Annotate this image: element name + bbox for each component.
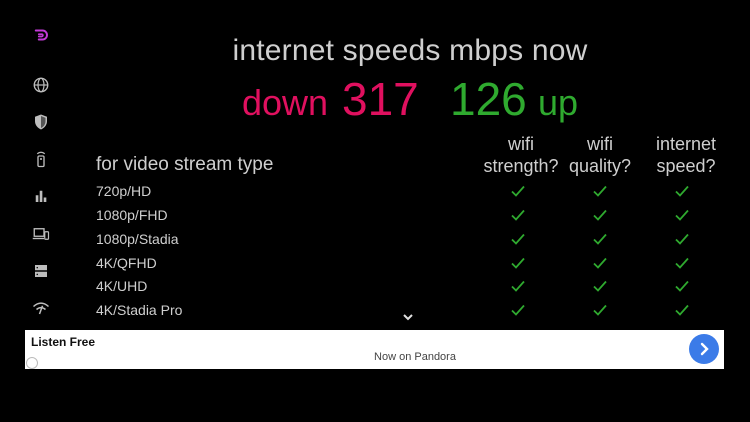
up-label: up	[538, 82, 579, 123]
page-title: internet speeds mbps now	[232, 34, 588, 67]
wifi-quality-check-icon	[590, 229, 610, 249]
globe-icon[interactable]	[30, 74, 52, 96]
column-header-line: wifi	[508, 134, 534, 154]
wifi-strength-check-icon	[508, 205, 528, 225]
column-header-line: internet	[655, 134, 717, 154]
row-label: 1080p/Stadia	[96, 231, 179, 247]
down-value: 317	[342, 73, 419, 125]
column-header-wifi-quality: wifi quality?	[566, 133, 634, 177]
column-header-line: speed?	[656, 156, 716, 176]
wifi-strength-check-icon	[508, 181, 528, 201]
row-label: 4K/QFHD	[96, 255, 157, 271]
row-label: 4K/UHD	[96, 278, 148, 294]
wifi-strength-check-icon	[508, 300, 528, 320]
internet-speed-check-icon	[672, 181, 692, 201]
wifi-quality-check-icon	[590, 181, 610, 201]
table-row[interactable]: 1080p/Stadia	[0, 227, 750, 251]
column-header-wifi-strength: wifi strength?	[478, 133, 564, 177]
table-row[interactable]: 4K/Stadia Pro	[0, 298, 750, 322]
row-label: 4K/Stadia Pro	[96, 302, 183, 318]
internet-speed-check-icon	[672, 276, 692, 296]
wifi-quality-check-icon	[590, 300, 610, 320]
column-header-internet-speed: internet speed?	[646, 133, 726, 177]
table-row[interactable]: 720p/HD	[0, 179, 750, 203]
column-header-line: wifi	[587, 134, 613, 154]
ad-title: Listen Free	[31, 335, 96, 349]
table-row[interactable]: 1080p/FHD	[0, 203, 750, 227]
wifi-quality-check-icon	[590, 253, 610, 273]
chevron-down-icon[interactable]	[400, 311, 416, 325]
ad-subtitle: Now on Pandora	[374, 351, 456, 363]
stream-type-header: for video stream type	[96, 154, 274, 175]
info-icon[interactable]	[26, 357, 38, 369]
table-row[interactable]: 4K/QFHD	[0, 251, 750, 275]
table-header: for video stream type wifi strength? wif…	[0, 130, 750, 180]
internet-speed-check-icon	[672, 253, 692, 273]
chevron-right-icon[interactable]	[689, 334, 719, 364]
column-header-line: strength?	[483, 156, 559, 176]
wifi-strength-check-icon	[508, 229, 528, 249]
internet-speed-check-icon	[672, 205, 692, 225]
internet-speed-check-icon	[672, 300, 692, 320]
table-row[interactable]: 4K/UHD	[0, 274, 750, 298]
internet-speed-check-icon	[672, 229, 692, 249]
down-label: down	[242, 82, 329, 123]
ad-banner[interactable]: Listen Free Now on Pandora	[25, 330, 724, 369]
wifi-strength-check-icon	[508, 253, 528, 273]
row-label: 1080p/FHD	[96, 207, 168, 223]
wifi-quality-check-icon	[590, 205, 610, 225]
row-label: 720p/HD	[96, 183, 152, 199]
up-value: 126	[450, 73, 527, 125]
column-header-line: quality?	[568, 156, 632, 176]
wifi-strength-check-icon	[508, 276, 528, 296]
wifi-quality-check-icon	[590, 276, 610, 296]
